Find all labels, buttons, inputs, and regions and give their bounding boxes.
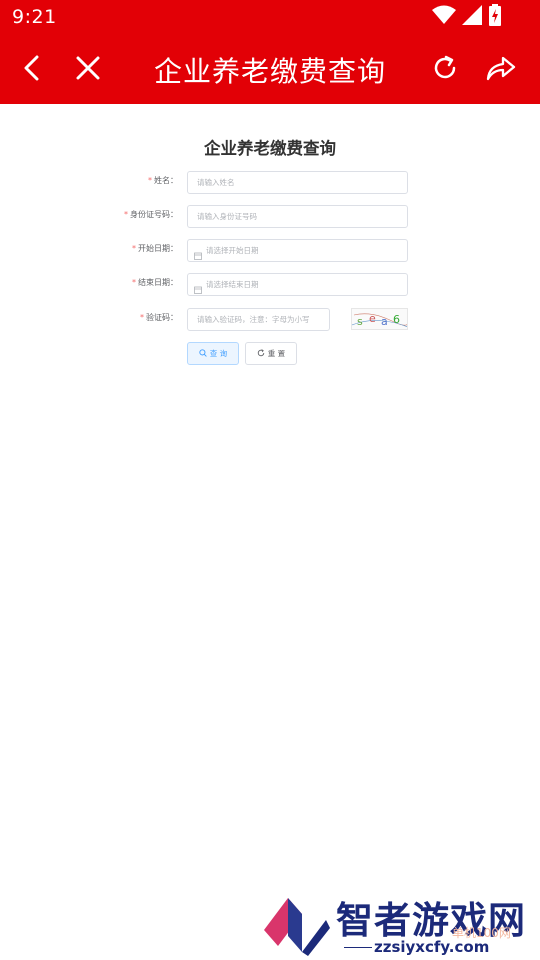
wifi-icon	[432, 5, 456, 29]
status-bar: 9:21	[0, 0, 540, 36]
share-button[interactable]	[483, 52, 519, 88]
search-icon	[199, 348, 207, 359]
query-button-label: 查 询	[209, 349, 228, 358]
captcha-input[interactable]: 请输入验证码，注意：字母为小写	[187, 308, 330, 331]
watermark-url: zzsiyxcfy.com	[374, 938, 490, 956]
form-row-captcha: * 验证码： 请输入验证码，注意：字母为小写 s e a 6	[100, 308, 410, 332]
reset-button-label: 重 置	[267, 349, 286, 358]
battery-charging-icon	[488, 4, 502, 30]
end-date-picker[interactable]: 请选择结束日期	[187, 273, 408, 296]
query-button[interactable]: 查 询	[187, 342, 239, 365]
watermark-line	[344, 947, 372, 948]
name-label: * 姓名：	[148, 176, 178, 185]
form-title: 企业养老缴费查询	[204, 139, 336, 158]
refresh-button[interactable]	[427, 52, 463, 88]
watermark-logo-icon	[262, 894, 332, 960]
reset-button[interactable]: 重 置	[245, 342, 297, 365]
end-date-label: * 结束日期：	[132, 278, 178, 287]
required-mark: *	[148, 176, 152, 185]
calendar-icon	[194, 281, 202, 295]
name-input[interactable]: 请输入姓名	[187, 171, 408, 194]
calendar-icon	[194, 247, 202, 261]
status-icons	[432, 4, 502, 30]
share-icon	[485, 55, 517, 85]
captcha-image[interactable]: s e a 6	[351, 308, 408, 330]
form-row-name: * 姓名： 请输入姓名	[100, 171, 410, 195]
required-mark: *	[140, 313, 144, 322]
watermark: 智者游戏网 单机100网 zzsiyxcfy.com	[262, 890, 540, 960]
svg-text:a: a	[381, 315, 388, 328]
status-time: 9:21	[12, 6, 57, 28]
id-number-label: * 身份证号码：	[124, 210, 178, 219]
start-date-label: * 开始日期：	[132, 244, 178, 253]
required-mark: *	[132, 244, 136, 253]
id-number-input[interactable]: 请输入身份证号码	[187, 205, 408, 228]
required-mark: *	[124, 210, 128, 219]
form-row-id-number: * 身份证号码： 请输入身份证号码	[100, 205, 410, 229]
signal-icon	[462, 5, 482, 29]
refresh-icon	[257, 348, 265, 359]
captcha-label: * 验证码：	[140, 313, 178, 322]
form-row-end-date: * 结束日期： 请选择结束日期	[100, 273, 410, 297]
app-bar: 企业养老缴费查询	[0, 36, 540, 104]
svg-text:6: 6	[393, 313, 400, 326]
start-date-picker[interactable]: 请选择开始日期	[187, 239, 408, 262]
required-mark: *	[132, 278, 136, 287]
svg-text:e: e	[369, 312, 376, 325]
refresh-icon	[431, 54, 459, 86]
main-content: 企业养老缴费查询 * 姓名： 请输入姓名 * 身份证号码： 请输入身份证号码 * 开始…	[0, 104, 540, 960]
form-row-start-date: * 开始日期： 请选择开始日期	[100, 239, 410, 263]
svg-text:s: s	[357, 315, 363, 328]
